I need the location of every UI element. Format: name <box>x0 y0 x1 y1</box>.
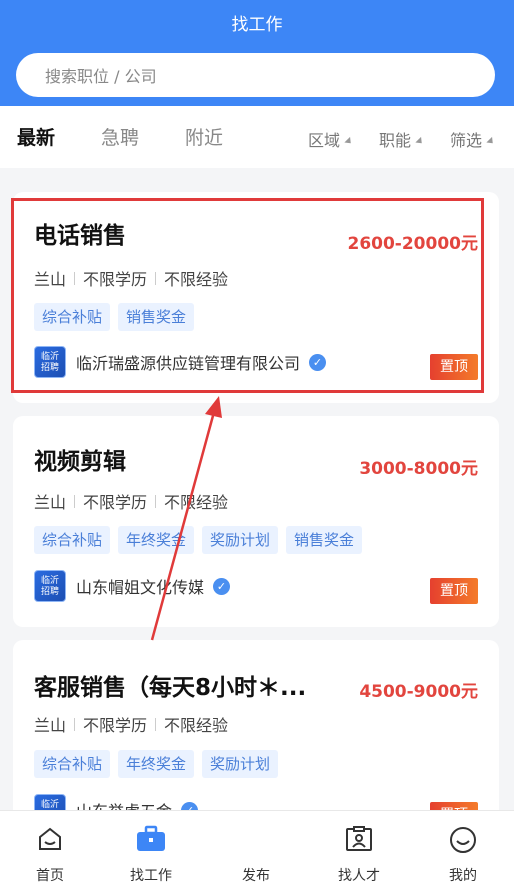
id-card-icon <box>346 826 372 851</box>
nav-label: 找人才 <box>338 868 380 884</box>
nav-label: 我的 <box>449 868 477 884</box>
home-icon <box>39 827 61 850</box>
arrow-shaft <box>150 411 216 641</box>
briefcase-icon <box>137 825 165 851</box>
nav-publish[interactable]: 发布 <box>206 811 306 892</box>
annotation-arrow <box>150 396 222 641</box>
arrow-head <box>205 396 222 418</box>
nav-label: 找工作 <box>130 868 172 884</box>
nav-find-job[interactable]: 找工作 <box>101 811 201 892</box>
nav-find-talent[interactable]: 找人才 <box>309 811 409 892</box>
nav-mine[interactable]: 我的 <box>413 811 513 892</box>
nav-home[interactable]: 首页 <box>0 811 100 892</box>
nav-label: 发布 <box>242 868 270 884</box>
smile-icon <box>450 827 476 853</box>
nav-label: 首页 <box>36 868 64 884</box>
bottom-nav: 首页 找工作 发布 找人才 我的 <box>0 810 514 892</box>
